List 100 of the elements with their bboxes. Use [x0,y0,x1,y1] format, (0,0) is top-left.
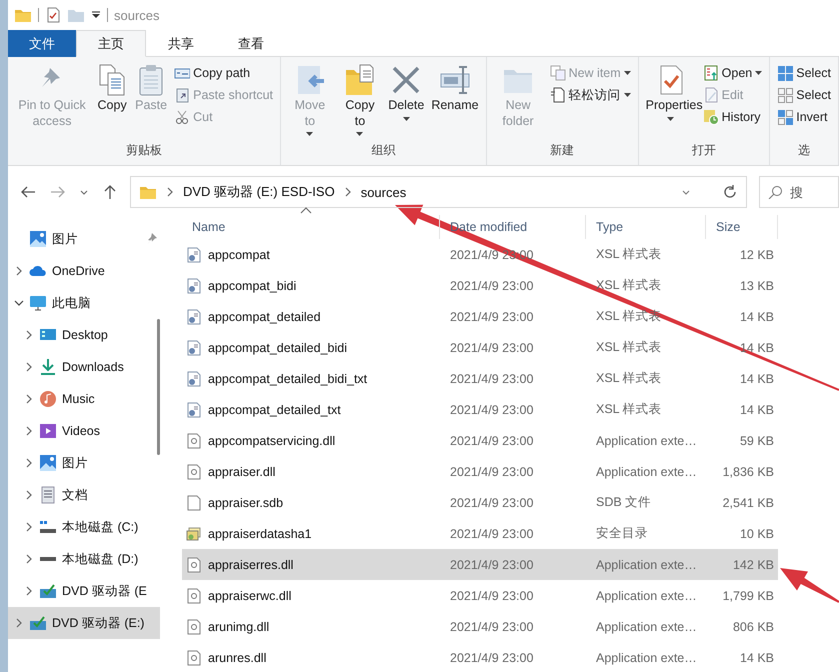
document-icon [39,486,57,504]
file-row[interactable]: appraiserres.dll 2021/4/9 23:00 Application exte… 142 KB [182,549,778,580]
dll-file-icon [186,464,202,480]
file-name: appraiserres.dll [208,558,294,572]
file-name: appcompat_detailed_bidi [208,340,347,354]
rename-icon [438,64,471,96]
nav-pane-item[interactable]: 图片 [8,223,160,255]
folder-icon [67,7,85,23]
date-cell-text: 2021/4/9 23:00 [449,650,534,664]
nav-pane-item[interactable]: Downloads [8,351,160,383]
type-cell-text: Application exte… [595,434,698,448]
nav-pane-item[interactable]: 文档 [8,479,160,511]
ribbon-button[interactable]: Delete [385,62,428,124]
date-cell-text: 2021/4/9 23:00 [449,496,534,510]
ribbon-button[interactable]: Select [774,62,834,84]
size-cell-text: 142 KB [732,558,775,572]
up-arrow-icon [102,184,118,200]
nav-pane-item[interactable]: Desktop [8,319,160,351]
date-cell-text: 2021/4/9 23:00 [449,372,534,386]
nav-pane-item[interactable]: 此电脑 [8,287,160,319]
ribbon-tab[interactable]: 共享 [146,30,216,57]
search-field[interactable]: 搜 [759,176,839,208]
file-row[interactable]: appcompat_detailed_txt 2021/4/9 23:00 XSL 样式表 14 KB [182,394,778,425]
file-row[interactable]: appraiser.dll 2021/4/9 23:00 Application exte… 1,836 KB [182,456,778,487]
chevron-down-icon [80,188,88,196]
size-cell-text: 59 KB [738,434,775,448]
invert-selection-icon [777,109,794,125]
date-cell-text: 2021/4/9 23:00 [449,402,534,416]
type-cell-text: Application exte… [595,464,698,478]
stylesheet-file-icon [186,308,202,324]
ribbon-group-label: 选 [798,142,810,159]
date-cell-text: 2021/4/9 23:00 [449,278,534,292]
ribbon-button[interactable]: Select [774,84,834,106]
computer-icon [29,294,47,312]
ribbon-group-label: 剪贴板 [126,142,162,159]
ribbon-button[interactable]: Open [700,62,766,84]
nav-pane-item[interactable]: DVD 驱动器 (E:) [8,607,160,639]
nav-pane-item[interactable]: DVD 驱动器 (E [8,575,160,607]
column-header[interactable]: Name [182,215,440,239]
stylesheet-file-icon [186,340,202,356]
file-row[interactable]: appcompat_bidi 2021/4/9 23:00 XSL 样式表 13 KB [182,270,778,301]
ribbon-button[interactable]: Copy path [171,62,276,84]
file-row[interactable]: arunimg.dll 2021/4/9 23:00 Application exte… 806 KB [182,611,778,642]
dll-file-icon [186,650,202,666]
type-cell-text: 安全目录 [595,525,649,542]
ribbon-button[interactable]: 轻松访问 [546,84,634,106]
nav-pane-item[interactable]: Music [8,383,160,415]
file-row[interactable]: appraiserwc.dll 2021/4/9 23:00 Application exte… 1,799 KB [182,580,778,611]
back-button[interactable] [20,184,36,200]
download-icon [39,358,57,376]
nav-pane-item[interactable]: 图片 [8,447,160,479]
new-item-icon [550,65,566,81]
file-row[interactable]: appraiser.sdb 2021/4/9 23:00 SDB 文件 2,541 KB [182,487,778,518]
size-cell-text: 1,799 KB [722,588,775,602]
breadcrumb-item[interactable]: sources [360,184,406,200]
caret-icon [91,11,101,19]
file-row[interactable]: appcompat_detailed_bidi_txt 2021/4/9 23:00 XSL 样式表 14 KB [182,363,778,394]
ribbon-tab[interactable]: 查看 [216,30,286,57]
stylesheet-file-icon [186,370,202,386]
nav-pane-item[interactable]: Videos [8,415,160,447]
pictures-icon [29,230,47,248]
date-cell-text: 2021/4/9 23:00 [449,558,534,572]
ribbon-button[interactable]: Copy to [336,62,384,140]
video-icon [39,422,57,440]
file-name: appcompat_bidi [208,278,296,292]
ribbon-tab[interactable]: 主页 [76,30,146,57]
file-row[interactable]: appraiserdatasha1 2021/4/9 23:00 安全目录 10 KB [182,518,778,549]
file-name: appcompat_detailed [208,310,321,324]
file-menu-tab[interactable]: 文件 [8,30,76,57]
column-header[interactable]: Size [706,215,778,239]
date-cell-text: 2021/4/9 23:00 [449,434,534,448]
file-row[interactable]: arunres.dll 2021/4/9 23:00 Application exte… 14 KB [182,642,778,672]
size-cell-text: 2,541 KB [722,496,775,510]
refresh-button[interactable] [722,184,738,200]
date-cell-text: 2021/4/9 23:00 [449,310,534,324]
dll-file-icon [186,618,202,634]
date-cell-text: 2021/4/9 23:00 [449,340,534,354]
file-name: arunres.dll [208,650,266,664]
date-cell-text: 2021/4/9 23:00 [449,620,534,634]
ribbon-button[interactable]: Rename [428,62,482,116]
dll-file-icon [186,588,202,604]
column-header[interactable]: Type [586,215,706,239]
dll-file-icon [186,432,202,448]
file-name: appraiserdatasha1 [208,526,312,540]
address-bar[interactable]: DVD 驱动器 (E:) ESD-ISO sources [130,176,747,208]
recent-locations-button[interactable] [80,188,88,196]
open-icon [702,65,719,81]
scrollbar[interactable] [157,319,160,455]
address-dropdown-button[interactable] [682,188,690,196]
ribbon-button[interactable]: Copy [93,62,132,116]
size-cell-text: 806 KB [732,620,775,634]
dll-file-icon [186,556,202,572]
file-row[interactable]: appcompatservicing.dll 2021/4/9 23:00 Application exte… 59 KB [182,425,778,456]
breadcrumb-item[interactable]: DVD 驱动器 (E:) ESD-ISO [183,183,335,201]
nav-pane-item[interactable]: OneDrive [8,255,160,287]
nav-pane-item[interactable]: 本地磁盘 (D:) [8,543,160,575]
ribbon-button[interactable]: Invert [774,106,834,128]
up-button[interactable] [102,184,118,200]
stylesheet-file-icon [186,278,202,294]
nav-pane-item[interactable]: 本地磁盘 (C:) [8,511,160,543]
